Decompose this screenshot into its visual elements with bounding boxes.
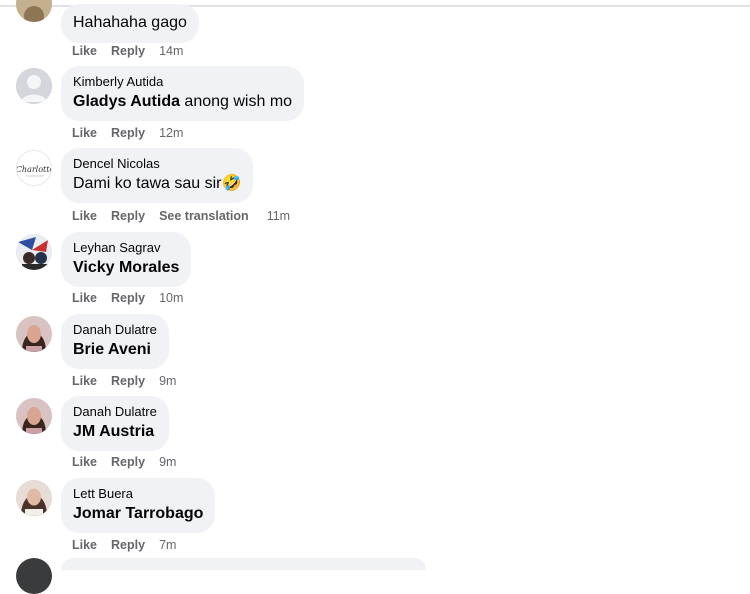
avatar[interactable] [16, 480, 52, 516]
comment-time[interactable]: 9m [159, 455, 176, 469]
avatar[interactable] [16, 0, 52, 22]
avatar[interactable] [16, 316, 52, 352]
comment-bubble [61, 558, 426, 570]
comment-author[interactable]: Leyhan Sagrav [73, 239, 179, 257]
comment-actions: Like Reply 7m [72, 538, 176, 552]
default-avatar-icon [16, 68, 52, 104]
comment-time[interactable]: 7m [159, 538, 176, 552]
svg-text:Charlotte: Charlotte [17, 165, 52, 174]
avatar[interactable] [16, 558, 52, 594]
comment-bubble: Hahahaha gago [61, 4, 199, 43]
comment-time[interactable]: 9m [159, 374, 176, 388]
comment-text: Brie Aveni [73, 339, 157, 361]
reply-button[interactable]: Reply [111, 209, 145, 223]
comment-bubble: Danah Dulatre JM Austria [61, 396, 169, 451]
like-button[interactable]: Like [72, 209, 97, 223]
comment-actions: Like Reply 14m [72, 44, 183, 58]
user-photo-icon [16, 480, 52, 516]
user-photo-icon [16, 0, 52, 22]
user-photo-icon [16, 398, 52, 434]
comment-text: Vicky Morales [73, 257, 179, 279]
comment-time[interactable]: 14m [159, 44, 183, 58]
comment-author[interactable]: Danah Dulatre [73, 403, 157, 421]
comment-author[interactable]: Dencel Nicolas [73, 155, 241, 173]
comment-author[interactable]: Kimberly Autida [73, 73, 292, 91]
comment-bubble: Lett Buera Jomar Tarrobago [61, 478, 216, 533]
tagged-user[interactable]: Jomar Tarrobago [73, 505, 203, 522]
avatar[interactable] [16, 234, 52, 270]
tagged-user[interactable]: JM Austria [73, 423, 154, 440]
comment-text: Hahahaha gago [73, 14, 187, 31]
reply-button[interactable]: Reply [111, 455, 145, 469]
comment-actions: Like Reply 10m [72, 291, 183, 305]
comment-text: Dami ko tawa sau sir🤣 [73, 175, 242, 192]
charlotte-logo-icon: Charlotte [17, 151, 52, 185]
like-button[interactable]: Like [72, 291, 97, 305]
reply-button[interactable]: Reply [111, 291, 145, 305]
comment-bubble: Kimberly Autida Gladys Autida anong wish… [61, 66, 305, 121]
see-translation-link[interactable]: See translation [159, 209, 249, 223]
user-photo-icon [16, 234, 52, 270]
comment-actions: Like Reply 9m [72, 374, 176, 388]
tagged-user[interactable]: Brie Aveni [73, 341, 151, 358]
comment-bubble: Danah Dulatre Brie Aveni [61, 314, 169, 369]
comment-text: Jomar Tarrobago [73, 503, 203, 525]
comment-actions: Like Reply 12m [72, 126, 183, 140]
like-button[interactable]: Like [72, 455, 97, 469]
reply-button[interactable]: Reply [111, 126, 145, 140]
comment-bubble: Dencel Nicolas Dami ko tawa sau sir🤣 [61, 148, 254, 203]
avatar[interactable] [16, 68, 52, 104]
comment-time[interactable]: 10m [159, 291, 183, 305]
reply-button[interactable]: Reply [111, 538, 145, 552]
comment-text: JM Austria [73, 421, 157, 443]
comment-actions: Like Reply See translation 11m [72, 209, 290, 223]
like-button[interactable]: Like [72, 126, 97, 140]
comment-author[interactable]: Danah Dulatre [73, 321, 157, 339]
avatar[interactable] [16, 398, 52, 434]
comment-time[interactable]: 11m [267, 209, 290, 223]
comment-text-body: anong wish mo [179, 93, 293, 110]
comment-time[interactable]: 12m [159, 126, 183, 140]
comment-actions: Like Reply 9m [72, 455, 176, 469]
reply-button[interactable]: Reply [111, 44, 145, 58]
reply-button[interactable]: Reply [111, 374, 145, 388]
like-button[interactable]: Like [72, 538, 97, 552]
comment-author[interactable]: Lett Buera [73, 485, 203, 503]
tagged-user[interactable]: Vicky Morales [73, 259, 179, 276]
like-button[interactable]: Like [72, 374, 97, 388]
comment-text: Gladys Autida anong wish mo [73, 91, 292, 113]
avatar[interactable]: Charlotte [16, 150, 52, 186]
comment-bubble: Leyhan Sagrav Vicky Morales [61, 232, 192, 287]
like-button[interactable]: Like [72, 44, 97, 58]
tagged-user[interactable]: Gladys Autida [73, 93, 180, 110]
user-photo-icon [16, 316, 52, 352]
